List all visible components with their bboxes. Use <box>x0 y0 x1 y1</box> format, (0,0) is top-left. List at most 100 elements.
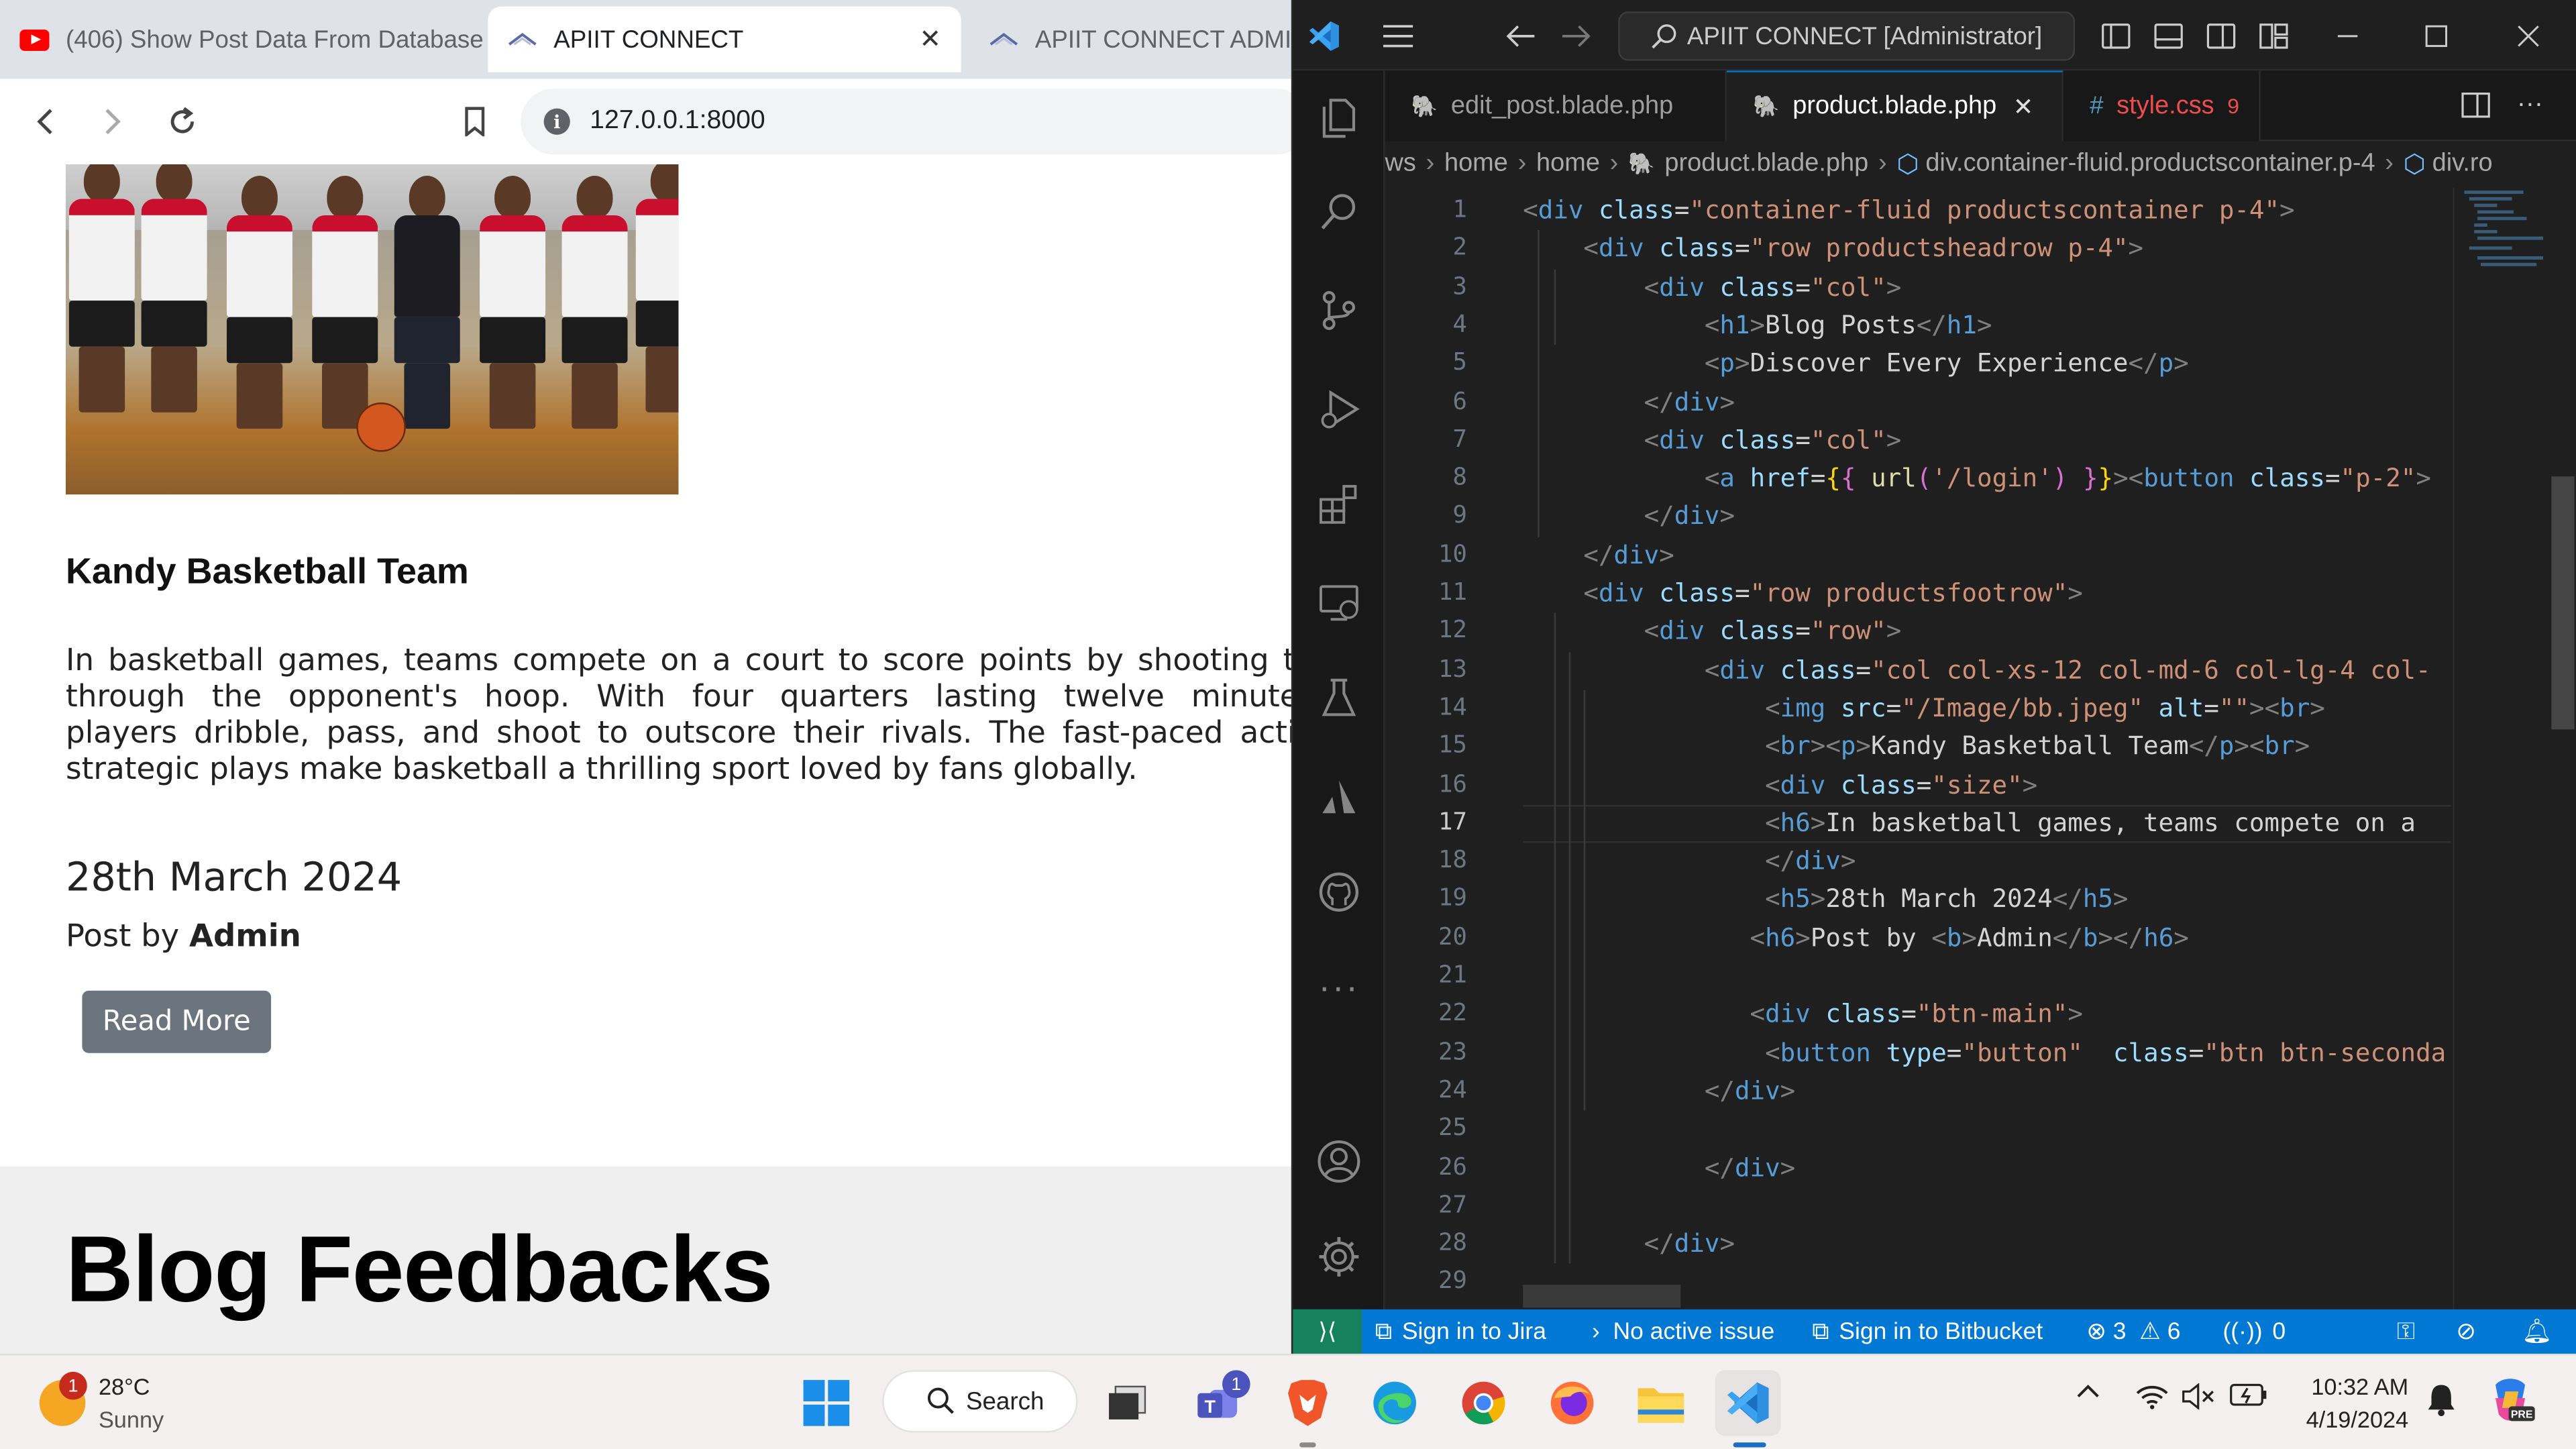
nav-forward-icon[interactable] <box>1558 18 1594 54</box>
post-author: Post by Admin <box>66 918 301 955</box>
notification-bell-icon[interactable] <box>2425 1383 2458 1417</box>
editor-tab-style-css[interactable]: # style.css 9 <box>2063 70 2261 142</box>
brave-icon[interactable] <box>1275 1370 1340 1436</box>
site-info-icon[interactable]: i <box>543 108 570 135</box>
volume-muted-icon[interactable] <box>2182 1383 2214 1410</box>
start-windows-icon[interactable] <box>794 1370 859 1436</box>
line-number: 8 <box>1452 465 1467 492</box>
nav-back-icon[interactable] <box>1503 18 1540 54</box>
vertical-scrollbar[interactable] <box>2551 476 2575 730</box>
back-icon[interactable] <box>19 95 72 148</box>
system-clock[interactable]: 10:32 AM 4/19/2024 <box>2297 1370 2409 1436</box>
wifi-icon[interactable] <box>2136 1383 2169 1409</box>
ports-status[interactable]: ((·)) 0 <box>2222 1309 2286 1354</box>
line-number: 21 <box>1438 963 1467 989</box>
close-tab-icon[interactable]: ✕ <box>919 23 941 56</box>
menu-icon[interactable] <box>1380 18 1416 54</box>
browser-tab-youtube[interactable]: (406) Show Post Data From Database <box>0 7 486 72</box>
breadcrumb-item[interactable]: div.ro <box>2432 150 2493 179</box>
manage-gear-icon[interactable] <box>1313 1230 1365 1283</box>
close-editor-icon[interactable]: ✕ <box>2013 92 2034 122</box>
bitbucket-status[interactable]: ⧉ Sign in to Bitbucket <box>1812 1309 2043 1354</box>
symbol-icon: ⬡ <box>1896 150 1919 178</box>
code-line: </div> <box>1644 386 1735 417</box>
breadcrumb-item[interactable]: home <box>1444 150 1508 179</box>
issue-status[interactable]: › No active issue <box>1592 1309 1774 1354</box>
remote-indicator-icon[interactable]: ⟩⟨ <box>1293 1309 1362 1354</box>
split-editor-icon[interactable] <box>2458 87 2494 123</box>
vscode-taskbar-icon[interactable] <box>1715 1370 1781 1436</box>
address-bar[interactable]: i 127.0.0.1:8000 <box>521 89 1291 155</box>
toggle-primary-sidebar-icon[interactable] <box>2098 18 2134 54</box>
taskbar-search-label: Search <box>966 1387 1044 1415</box>
toggle-secondary-sidebar-icon[interactable] <box>2203 18 2239 54</box>
browser-tab-apiit-admin[interactable]: APIIT CONNECT ADMIN <box>969 7 1291 72</box>
remote-explorer-icon[interactable] <box>1313 577 1365 629</box>
chrome-icon[interactable] <box>1450 1370 1516 1436</box>
edge-icon[interactable] <box>1362 1370 1428 1436</box>
forward-icon[interactable] <box>85 95 138 148</box>
bookmark-icon[interactable] <box>449 95 501 148</box>
battery-icon[interactable] <box>2229 1383 2269 1406</box>
more-actions-icon[interactable]: ··· <box>2512 87 2548 123</box>
line-number: 23 <box>1438 1039 1467 1066</box>
code-area[interactable]: <div class="container-fluid productscont… <box>1523 187 2451 1309</box>
activity-bar: ··· <box>1293 70 1385 1309</box>
read-more-button[interactable]: Read More <box>82 990 272 1053</box>
copilot-icon[interactable]: ⊘ <box>2456 1309 2476 1354</box>
problems-status[interactable]: ⊗ 3 ⚠ 6 <box>2086 1309 2180 1354</box>
search-icon[interactable] <box>1313 186 1365 238</box>
breadcrumb-item[interactable]: product.blade.php <box>1664 150 1868 179</box>
teams-icon[interactable]: T 1 <box>1186 1370 1252 1436</box>
notification-badge: 1 <box>59 1371 87 1400</box>
source-control-icon[interactable] <box>1313 284 1365 337</box>
tab-title: (406) Show Post Data From Database <box>65 25 484 54</box>
reload-icon[interactable] <box>156 95 209 148</box>
code-line: <div class="row productsfootrow"> <box>1583 578 2083 608</box>
breadcrumb-item[interactable]: ws <box>1385 150 1415 179</box>
testing-icon[interactable] <box>1313 672 1365 724</box>
toggle-panel-icon[interactable] <box>2151 18 2187 54</box>
code-line: </div> <box>1704 1152 1796 1183</box>
horizontal-scrollbar[interactable] <box>1523 1285 1681 1308</box>
customize-layout-icon[interactable] <box>2255 18 2292 54</box>
editor-tab-edit-post[interactable]: 🐘 edit_post.blade.php <box>1385 70 1727 142</box>
line-number: 11 <box>1438 580 1467 606</box>
close-window-icon[interactable] <box>2510 18 2546 54</box>
breadcrumb-item[interactable]: div.container-fluid.productscontainer.p-… <box>1925 150 2375 179</box>
author-name: Admin <box>189 918 301 955</box>
explorer-icon[interactable] <box>1313 91 1365 143</box>
weather-widget[interactable]: 1 28°C Sunny <box>39 1370 164 1436</box>
maximize-icon[interactable] <box>2418 18 2455 54</box>
firefox-icon[interactable] <box>1540 1370 1605 1436</box>
file-explorer-icon[interactable] <box>1628 1370 1694 1436</box>
apiit-favicon-icon <box>508 25 537 54</box>
more-views-icon[interactable]: ··· <box>1313 961 1365 1014</box>
minimize-icon[interactable] <box>2330 18 2366 54</box>
extensions-icon[interactable] <box>1313 478 1365 531</box>
code-editor[interactable]: 1 2 3 4 5 6 7 8 9 10 11 12 13 14 15 16 17 18 19 20 21 22 23 24 2… <box>1385 187 2576 1309</box>
taskbar-search[interactable]: Search <box>882 1370 1078 1433</box>
task-view-icon[interactable] <box>1094 1370 1160 1436</box>
code-line: <h6>In basketball games, teams compete o… <box>1765 808 2416 838</box>
code-line: <h1>Blog Posts</h1> <box>1704 310 1992 340</box>
breadcrumb-item[interactable]: home <box>1536 150 1600 179</box>
editor-tab-product[interactable]: 🐘 product.blade.php ✕ <box>1726 70 2063 142</box>
command-center-search[interactable]: APIIT CONNECT [Administrator] <box>1618 11 2076 61</box>
chevron-up-icon[interactable] <box>2074 1383 2103 1399</box>
accounts-icon[interactable] <box>1313 1135 1365 1187</box>
run-debug-icon[interactable] <box>1313 383 1365 435</box>
notifications-bell-icon[interactable]: 🔔︎ <box>2522 1309 2552 1354</box>
github-icon[interactable] <box>1313 866 1365 918</box>
code-line: <button type="button" class="btn btn-sec… <box>1765 1037 2447 1067</box>
copilot-taskbar-icon[interactable]: PRE <box>2484 1375 2536 1424</box>
youtube-icon <box>19 25 50 54</box>
key-icon[interactable]: ⚿ <box>2397 1309 2415 1354</box>
minimap[interactable] <box>2453 187 2551 1309</box>
code-line: <div class="col"> <box>1644 425 1902 455</box>
browser-tab-apiit-connect[interactable]: APIIT CONNECT ✕ <box>488 6 961 72</box>
atlassian-icon[interactable] <box>1313 771 1365 823</box>
error-count: 3 <box>2112 1318 2127 1345</box>
jira-status[interactable]: ⧉ Sign in to Jira <box>1375 1309 1546 1354</box>
running-indicator <box>1299 1442 1316 1448</box>
